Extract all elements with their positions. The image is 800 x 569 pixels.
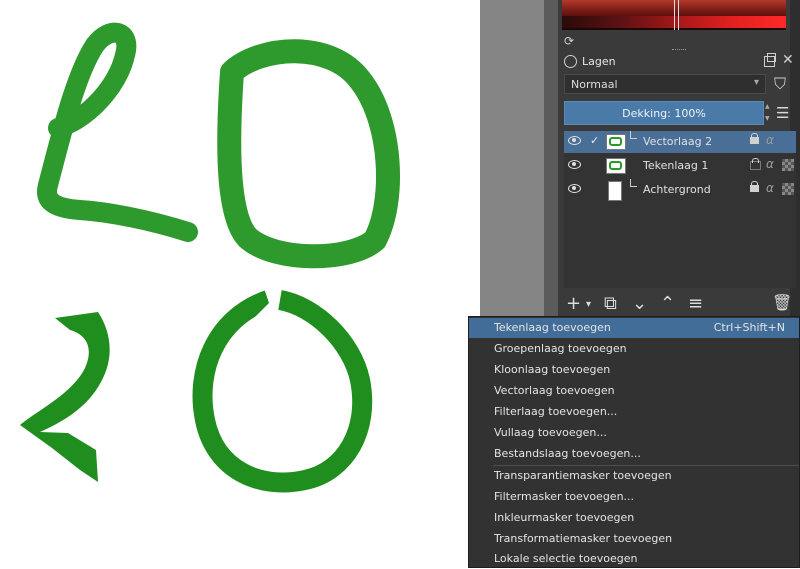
menu-item-inkleurmasker[interactable]: Inkleurmasker toevoegen <box>469 508 799 528</box>
blend-mode-value: Normaal <box>571 78 618 91</box>
layer-list: ✓ Vectorlaag 2 α Tekenlaag 1 α Achtergro… <box>564 131 796 288</box>
alpha-lock-icon[interactable]: α <box>766 157 774 171</box>
add-layer-menu: Tekenlaag toevoegen Ctrl+Shift+N Groepen… <box>468 316 800 568</box>
filter-icon[interactable]: ⛉ <box>774 74 786 94</box>
visibility-eye-icon[interactable] <box>568 136 581 145</box>
lock-icon[interactable] <box>750 133 759 144</box>
alpha-lock-icon[interactable]: α <box>766 181 774 195</box>
refresh-icon[interactable]: ⟳ <box>564 34 574 48</box>
properties-icon[interactable]: ≡ <box>688 293 703 314</box>
menu-item-bestandslaag[interactable]: Bestandslaag toevoegen... <box>469 444 799 464</box>
opacity-spinner[interactable]: ▲ ▼ <box>765 101 771 125</box>
move-up-icon[interactable]: ⌃ <box>660 293 675 314</box>
layer-row-vectorlaag-2[interactable]: ✓ Vectorlaag 2 α <box>564 131 796 153</box>
vector-ribbon-2 <box>20 312 110 482</box>
delete-layer-icon[interactable]: 🗑 <box>772 293 792 312</box>
menu-item-label: Transparantiemasker toevoegen <box>494 469 672 482</box>
vector-layer-icon <box>630 131 637 139</box>
docker-lock-icon[interactable] <box>564 55 577 68</box>
layers-docker: ⟳ Lagen ✕ Normaal ▾ ⛉ Dekking: 100% ▲ ▼ ☰… <box>558 0 800 320</box>
menu-item-label: Vullaag toevoegen... <box>494 426 607 439</box>
menu-item-groepenlaag[interactable]: Groepenlaag toevoegen <box>469 339 799 359</box>
menu-item-vullaag[interactable]: Vullaag toevoegen... <box>469 423 799 443</box>
checkmark-icon[interactable]: ✓ <box>590 134 599 147</box>
color-selector[interactable] <box>562 0 786 30</box>
menu-item-label: Transformatiemasker toevoegen <box>494 532 673 545</box>
layer-thumbnail <box>606 158 626 174</box>
unlock-icon[interactable] <box>750 158 761 170</box>
menu-item-label: Tekenlaag toevoegen <box>494 321 611 334</box>
add-layer-icon[interactable]: + <box>566 293 581 314</box>
chevron-down-icon: ▾ <box>753 77 759 88</box>
opacity-value: Dekking: 100% <box>622 107 706 120</box>
float-docker-icon[interactable] <box>764 53 776 67</box>
blend-mode-select[interactable]: Normaal ▾ <box>564 74 766 94</box>
drawing-canvas[interactable] <box>0 0 480 568</box>
menu-item-shortcut: Ctrl+Shift+N <box>713 321 785 334</box>
color-cursor[interactable] <box>674 0 679 30</box>
menu-item-label: Inkleurmasker toevoegen <box>494 511 635 524</box>
visibility-eye-icon[interactable] <box>568 184 581 193</box>
layer-name: Tekenlaag 1 <box>643 159 709 172</box>
inherit-alpha-icon[interactable] <box>782 159 794 171</box>
menu-item-label: Filterlaag toevoegen... <box>494 405 618 418</box>
menu-item-label: Kloonlaag toevoegen <box>494 363 611 376</box>
menu-item-filterlaag[interactable]: Filterlaag toevoegen... <box>469 402 799 422</box>
move-down-icon[interactable]: ⌄ <box>632 293 647 314</box>
layer-options-menu-icon[interactable]: ☰ <box>776 104 789 122</box>
menu-item-kloonlaag[interactable]: Kloonlaag toevoegen <box>469 360 799 380</box>
docker-title-bar: Lagen ✕ <box>558 52 800 71</box>
menu-item-transformatiemasker[interactable]: Transformatiemasker toevoegen <box>469 529 799 549</box>
layer-name: Achtergrond <box>643 183 711 196</box>
menu-item-label: Filtermasker toevoegen... <box>494 490 635 503</box>
alpha-lock-icon[interactable]: α <box>766 133 774 147</box>
layer-thumbnail <box>608 181 622 201</box>
add-dropdown-icon[interactable]: ▾ <box>586 299 591 310</box>
menu-item-label: Lokale selectie toevoegen <box>494 552 638 565</box>
menu-item-label: Vectorlaag toevoegen <box>494 384 615 397</box>
resize-grip-icon[interactable] <box>672 49 686 52</box>
layer-row-achtergrond[interactable]: Achtergrond α <box>564 179 796 201</box>
brush-stroke-0 <box>217 39 400 269</box>
close-icon[interactable]: ✕ <box>782 52 794 68</box>
menu-item-tekenlaag[interactable]: Tekenlaag toevoegen Ctrl+Shift+N <box>469 318 799 338</box>
layer-row-tekenlaag-1[interactable]: Tekenlaag 1 α <box>564 155 796 177</box>
duplicate-layer-icon[interactable]: ⧉ <box>604 293 617 314</box>
menu-item-lokale-selectie[interactable]: Lokale selectie toevoegen <box>469 549 799 569</box>
opacity-slider[interactable]: Dekking: 100% <box>564 101 764 125</box>
visibility-eye-icon[interactable] <box>568 160 581 169</box>
menu-item-label: Groepenlaag toevoegen <box>494 342 627 355</box>
docker-title: Lagen <box>582 55 616 68</box>
layer-name: Vectorlaag 2 <box>643 135 713 148</box>
menu-item-transparantiemasker[interactable]: Transparantiemasker toevoegen <box>469 466 799 486</box>
menu-item-label: Bestandslaag toevoegen... <box>494 447 641 460</box>
canvas-border <box>480 0 544 320</box>
lock-icon[interactable] <box>750 181 759 192</box>
layer-thumbnail <box>606 134 626 150</box>
menu-item-filtermasker[interactable]: Filtermasker toevoegen... <box>469 487 799 507</box>
vector-ribbon-0 <box>192 290 373 493</box>
docker-splitter[interactable] <box>544 0 558 320</box>
menu-item-vectorlaag[interactable]: Vectorlaag toevoegen <box>469 381 799 401</box>
paint-layer-icon <box>630 179 637 187</box>
inherit-alpha-icon[interactable] <box>782 183 794 195</box>
brush-stroke-2 <box>37 22 198 242</box>
